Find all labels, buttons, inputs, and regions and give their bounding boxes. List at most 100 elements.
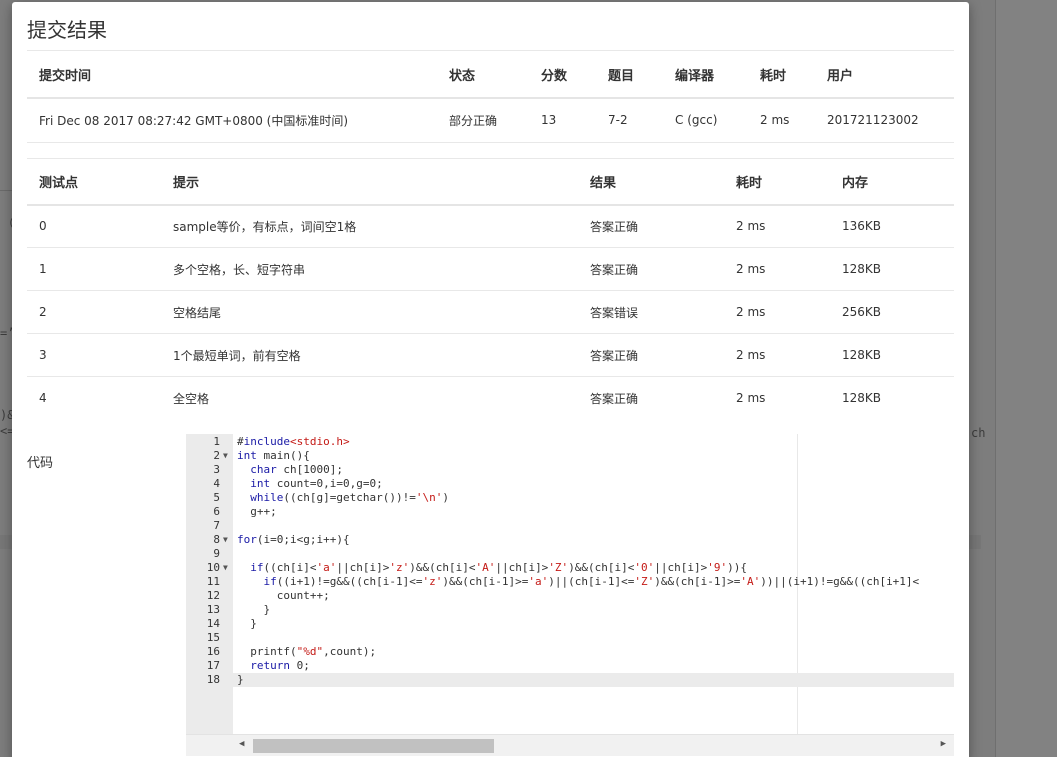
fold-toggle-icon[interactable]: ▼ <box>223 561 228 575</box>
bg-band-left <box>0 535 12 549</box>
table-row: 3 1个最短单词，前有空格 答案正确 2 ms 128KB <box>27 333 954 377</box>
code-line: 16 printf("%d",count); <box>186 645 954 659</box>
code-text: if((i+1)!=g&&((ch[i-1]<='z')&&(ch[i-1]>=… <box>263 575 920 588</box>
header-time: 耗时 <box>724 158 830 206</box>
code-text: char ch[1000]; <box>250 463 343 476</box>
line-number: 11 <box>206 575 220 588</box>
header-submit-time: 提交时间 <box>27 52 437 99</box>
code-text: for(i=0;i<g;i++){ <box>237 533 350 546</box>
header-problem: 题目 <box>596 52 663 99</box>
case-memory: 128KB <box>830 247 954 291</box>
line-number: 5 <box>213 491 220 504</box>
test-cases-table: 测试点 提示 结果 耗时 内存 0 sample等价，有标点，词间空1格 答案正… <box>27 158 954 420</box>
code-label: 代码 <box>27 456 54 471</box>
case-id: 0 <box>27 204 161 248</box>
fold-toggle-icon[interactable]: ▼ <box>223 533 228 547</box>
line-number: 14 <box>206 617 220 630</box>
code-line: 18} <box>186 673 954 687</box>
code-text: printf("%d",count); <box>237 645 377 658</box>
modal-title: 提交结果 <box>27 18 107 42</box>
table-row: 4 全空格 答案正确 2 ms 128KB <box>27 377 954 420</box>
scroll-right-icon[interactable]: ▶ <box>941 739 946 749</box>
case-memory: 136KB <box>830 204 954 248</box>
code-text: if((ch[i]<'a'||ch[i]>'z')&&(ch[i]<'A'||c… <box>250 561 748 574</box>
code-text: #include<stdio.h> <box>237 435 350 448</box>
header-result: 结果 <box>578 158 724 206</box>
table-row: 0 sample等价，有标点，词间空1格 答案正确 2 ms 136KB <box>27 204 954 248</box>
code-line: 10 ▼ if((ch[i]<'a'||ch[i]>'z')&&(ch[i]<'A… <box>186 561 954 575</box>
title-divider <box>27 50 954 51</box>
table-row: 2 空格结尾 答案错误 2 ms 256KB <box>27 290 954 334</box>
page-scrollbar[interactable] <box>995 0 1057 757</box>
score-value: 13 <box>529 98 596 143</box>
code-line: 12 count++; <box>186 589 954 603</box>
case-time: 2 ms <box>724 333 830 377</box>
line-number: 4 <box>213 477 220 490</box>
header-case-id: 测试点 <box>27 158 161 206</box>
line-number: 3 <box>213 463 220 476</box>
case-hint: 全空格 <box>173 391 210 406</box>
case-id: 4 <box>39 391 47 406</box>
case-hint: 1个最短单词，前有空格 <box>161 333 578 377</box>
code-line: 9 <box>186 547 954 561</box>
code-line: 5 while((ch[g]=getchar())!='\n') <box>186 491 954 505</box>
header-score: 分数 <box>529 52 596 99</box>
user-value: 201721123002 <box>815 98 954 143</box>
line-number: 2 <box>213 449 220 462</box>
code-line: 14 } <box>186 617 954 631</box>
case-id: 3 <box>27 333 161 377</box>
header-elapsed: 耗时 <box>748 52 815 99</box>
submit-time: Fri Dec 08 2017 08:27:42 GMT+0800 (中国标准时… <box>27 98 437 143</box>
case-result: 答案错误 <box>578 290 724 334</box>
code-text: } <box>237 673 244 686</box>
bg-band-right <box>969 535 981 549</box>
code-lines[interactable]: 1 #include<stdio.h> 2 ▼ int main(){3 char ch… <box>186 435 954 687</box>
case-result: 答案正确 <box>578 333 724 377</box>
line-number: 17 <box>206 659 220 672</box>
line-number: 1 <box>213 435 220 448</box>
line-number: 13 <box>206 603 220 616</box>
elapsed-value: 2 ms <box>748 98 815 143</box>
line-number: 18 <box>206 673 220 686</box>
code-line: 2 ▼ int main(){ <box>186 449 954 463</box>
code-line: 15 <box>186 631 954 645</box>
code-line: 6 g++; <box>186 505 954 519</box>
line-number: 15 <box>206 631 220 644</box>
line-number: 8 <box>213 533 220 546</box>
line-number: 12 <box>206 589 220 602</box>
submission-summary-table: 提交时间 状态 分数 题目 编译器 耗时 用户 Fri Dec 08 2017 … <box>27 52 954 143</box>
case-memory: 256KB <box>830 290 954 334</box>
code-line: 3 char ch[1000]; <box>186 463 954 477</box>
bg-fragment: ch <box>971 426 986 440</box>
case-hint: 多个空格，长、短字符串 <box>161 247 578 291</box>
line-number: 10 <box>206 561 220 574</box>
code-line: 1 #include<stdio.h> <box>186 435 954 449</box>
code-editor[interactable]: 1 #include<stdio.h> 2 ▼ int main(){3 char ch… <box>186 434 954 756</box>
compiler-value: C (gcc) <box>663 98 748 143</box>
horizontal-scrollbar[interactable]: ◀ ▶ <box>186 734 954 756</box>
problem-link[interactable]: 7-2 <box>596 98 663 143</box>
code-line: 8 ▼ for(i=0;i<g;i++){ <box>186 533 954 547</box>
line-number: 7 <box>213 519 220 532</box>
line-number: 6 <box>213 505 220 518</box>
code-text: int main(){ <box>237 449 310 462</box>
case-hint: sample等价，有标点，词间空1格 <box>161 204 578 248</box>
submission-result-modal: 提交结果 提交时间 状态 分数 题目 编译器 耗时 用户 Fri Dec 08 … <box>12 2 969 757</box>
scroll-left-icon[interactable]: ◀ <box>239 739 244 749</box>
case-result: 答案正确 <box>578 247 724 291</box>
fold-toggle-icon[interactable]: ▼ <box>223 449 228 463</box>
code-text: g++; <box>237 505 277 518</box>
header-hint: 提示 <box>161 158 578 206</box>
case-memory: 128KB <box>830 333 954 377</box>
code-text: } <box>237 617 257 630</box>
code-line: 7 <box>186 519 954 533</box>
code-text: while((ch[g]=getchar())!='\n') <box>250 491 449 504</box>
code-line: 4 int count=0,i=0,g=0; <box>186 477 954 491</box>
case-result: 答案正确 <box>578 204 724 248</box>
code-text: count++; <box>237 589 330 602</box>
code-line: 11 if((i+1)!=g&&((ch[i-1]<='z')&&(ch[i-1… <box>186 575 954 589</box>
scrollbar-thumb[interactable] <box>253 739 494 753</box>
case-result: 答案正确 <box>590 391 639 406</box>
code-text: int count=0,i=0,g=0; <box>250 477 383 490</box>
header-memory: 内存 <box>830 158 954 206</box>
